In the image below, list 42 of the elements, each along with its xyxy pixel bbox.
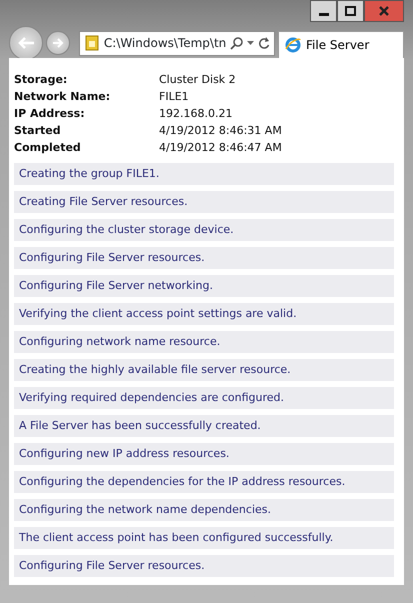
maximize-button[interactable] — [337, 0, 364, 22]
search-icon[interactable] — [230, 36, 244, 50]
field-label: Started — [14, 123, 62, 140]
log-entry: Verifying required dependencies are configured. — [14, 387, 394, 409]
field-value: FILE1 — [159, 89, 189, 106]
log-entry: Configuring File Server resources. — [14, 555, 394, 577]
forward-arrow-icon — [52, 38, 64, 48]
close-button[interactable] — [364, 0, 404, 22]
field-label: Storage: — [14, 72, 68, 88]
back-button[interactable] — [9, 26, 43, 60]
field-value: 4/19/2012 8:46:47 AM — [159, 140, 282, 156]
field-value: 192.168.0.21 — [159, 106, 232, 122]
log-entry: Creating the highly available file server resource. — [14, 359, 394, 381]
log-entry: Creating the group FILE1. — [14, 163, 394, 185]
forward-button[interactable] — [46, 31, 70, 55]
log-entry: Configuring File Server networking. — [14, 275, 394, 297]
caret-icon[interactable] — [247, 40, 254, 46]
log-entry: Configuring the network name dependencies. — [14, 499, 394, 521]
field-label: Network Name: — [14, 89, 112, 106]
field-value: Cluster Disk 2 — [159, 72, 236, 88]
page-icon — [84, 35, 100, 51]
log-entry: Configuring new IP address resources. — [14, 443, 394, 465]
browser-tab[interactable]: File Server — [278, 31, 404, 58]
log-entry: The client access point has been configured successfully. — [14, 527, 394, 549]
log-entry: Configuring the dependencies for the IP address resources. — [14, 471, 394, 493]
address-field[interactable]: C:\Windows\Temp\tn — [79, 30, 275, 56]
field-value: 4/19/2012 8:46:31 AM — [159, 123, 282, 140]
field-label: IP Address: — [14, 106, 86, 122]
log-entry: Configuring the cluster storage device. — [14, 219, 394, 241]
minimize-button[interactable] — [310, 0, 337, 22]
log-entry: Verifying the client access point settings are valid. — [14, 303, 394, 325]
log-entry: Configuring File Server resources. — [14, 247, 394, 269]
field-label: Completed — [14, 140, 82, 156]
log-entry: Configuring network name resource. — [14, 331, 394, 353]
log-entry: A File Server has been successfully created. — [14, 415, 394, 437]
close-icon — [379, 6, 389, 16]
minimize-icon — [318, 13, 328, 16]
refresh-icon[interactable] — [258, 37, 270, 49]
browser-icon — [285, 37, 301, 53]
back-arrow-icon — [17, 36, 35, 50]
log-entry: Creating File Server resources. — [14, 191, 394, 213]
maximize-icon — [345, 6, 356, 16]
